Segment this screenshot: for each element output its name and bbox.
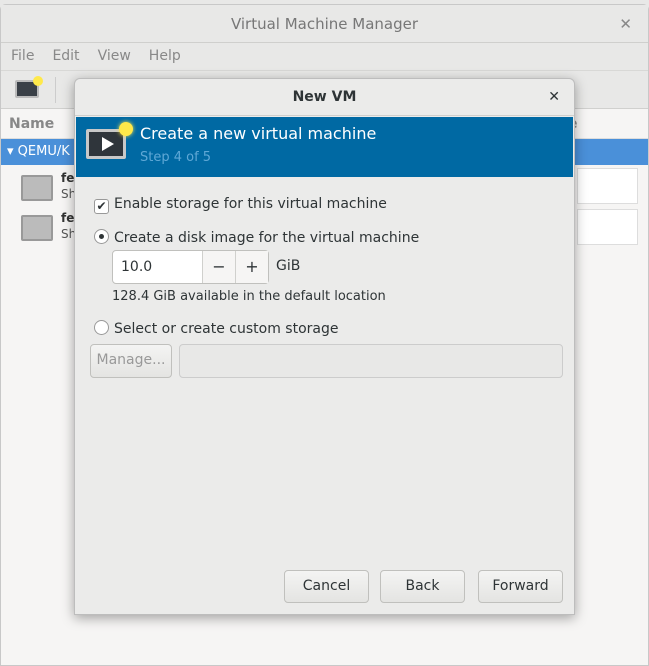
- checkmark-icon: ✔: [94, 199, 109, 214]
- close-icon[interactable]: ✕: [548, 79, 560, 116]
- cpu-graph: [577, 168, 638, 204]
- vm-row[interactable]: fe Sh: [21, 171, 81, 211]
- new-vm-dialog: New VM ✕ Create a new virtual machine St…: [74, 78, 575, 615]
- enable-storage-checkbox[interactable]: ✔ Enable storage for this virtual machine: [94, 196, 387, 214]
- disk-size-input[interactable]: 10.0: [113, 251, 202, 283]
- menu-view[interactable]: View: [88, 43, 139, 70]
- monitor-icon: [21, 215, 53, 241]
- menu-edit[interactable]: Edit: [42, 43, 87, 70]
- back-button[interactable]: Back: [380, 570, 465, 603]
- unit-label: GiB: [276, 258, 301, 274]
- custom-path-input[interactable]: [179, 344, 563, 378]
- menubar: File Edit View Help: [1, 43, 648, 71]
- dialog-title: New VM: [75, 79, 574, 116]
- cancel-button[interactable]: Cancel: [284, 570, 369, 603]
- toolbar-separator: [55, 77, 56, 103]
- custom-storage-radio[interactable]: Select or create custom storage: [94, 320, 339, 337]
- banner-title: Create a new virtual machine: [140, 124, 377, 143]
- menu-file[interactable]: File: [1, 43, 42, 70]
- monitor-icon: [21, 175, 53, 201]
- close-icon[interactable]: ✕: [619, 5, 632, 43]
- create-disk-radio[interactable]: Create a disk image for the virtual mach…: [94, 229, 419, 246]
- cpu-graph: [577, 209, 638, 245]
- menu-help[interactable]: Help: [139, 43, 189, 70]
- vm-row[interactable]: fe Sh: [21, 211, 81, 251]
- forward-button[interactable]: Forward: [478, 570, 563, 603]
- increment-button[interactable]: +: [235, 251, 268, 283]
- manage-button[interactable]: Manage...: [90, 344, 172, 378]
- wizard-banner: Create a new virtual machine Step 4 of 5: [76, 117, 573, 177]
- disk-size-spinner[interactable]: 10.0 − +: [112, 250, 269, 284]
- decrement-button[interactable]: −: [202, 251, 235, 283]
- new-vm-icon[interactable]: [15, 76, 43, 98]
- available-space: 128.4 GiB available in the default locat…: [112, 289, 386, 304]
- main-title: Virtual Machine Manager: [1, 5, 648, 43]
- step-label: Step 4 of 5: [140, 150, 212, 165]
- new-vm-icon: [86, 122, 133, 159]
